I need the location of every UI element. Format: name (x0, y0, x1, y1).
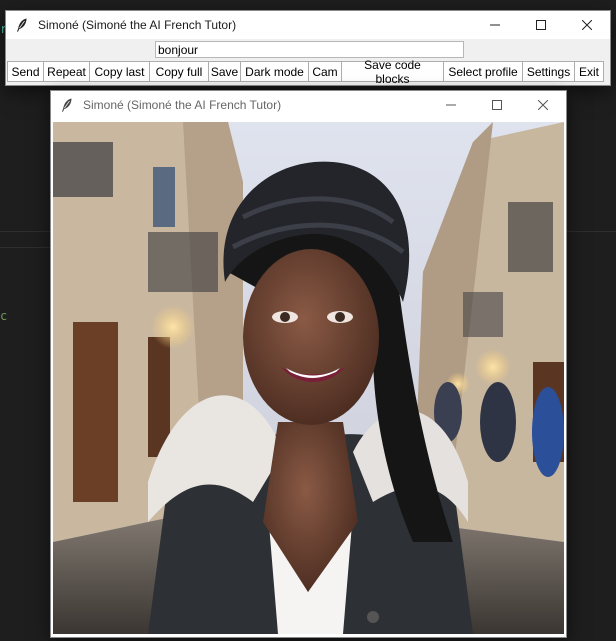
close-icon (538, 100, 548, 110)
main-window-title: Simoné (Simoné the AI French Tutor) (38, 18, 237, 32)
message-input[interactable] (155, 41, 464, 58)
minimize-button[interactable] (472, 11, 518, 39)
toolbar: Send Repeat Copy last Copy full Save Dar… (6, 58, 610, 86)
cam-button[interactable]: Cam (308, 61, 342, 82)
exit-button[interactable]: Exit (574, 61, 604, 82)
image-window-title: Simoné (Simoné the AI French Tutor) (83, 98, 282, 112)
minimize-icon (446, 104, 456, 106)
maximize-button[interactable] (518, 11, 564, 39)
save-button[interactable]: Save (208, 61, 241, 82)
tutor-portrait-image (53, 122, 564, 634)
close-button[interactable] (564, 11, 610, 39)
copy-full-button[interactable]: Copy full (149, 61, 209, 82)
minimize-icon (490, 24, 500, 26)
close-button[interactable] (520, 91, 566, 119)
repeat-button[interactable]: Repeat (43, 61, 90, 82)
select-profile-button[interactable]: Select profile (443, 61, 523, 82)
background-divider (565, 231, 616, 232)
save-code-blocks-button[interactable]: Save code blocks (341, 58, 444, 86)
image-window-titlebar[interactable]: Simoné (Simoné the AI French Tutor) (51, 91, 566, 119)
minimize-button[interactable] (428, 91, 474, 119)
feather-icon (62, 98, 72, 112)
main-window-titlebar[interactable]: Simoné (Simoné the AI French Tutor) (6, 11, 610, 39)
maximize-icon (492, 100, 502, 110)
feather-icon (17, 18, 27, 32)
send-button[interactable]: Send (7, 61, 44, 82)
background-divider (0, 247, 50, 248)
dark-mode-button[interactable]: Dark mode (240, 61, 309, 82)
background-code-fragment: c (0, 309, 8, 323)
image-window: Simoné (Simoné the AI French Tutor) (50, 90, 567, 638)
copy-last-button[interactable]: Copy last (89, 61, 150, 82)
maximize-button[interactable] (474, 91, 520, 119)
main-window: Simoné (Simoné the AI French Tutor) Send… (5, 10, 611, 86)
close-icon (582, 20, 592, 30)
settings-button[interactable]: Settings (522, 61, 575, 82)
background-divider (0, 231, 50, 232)
maximize-icon (536, 20, 546, 30)
input-row (6, 39, 610, 61)
